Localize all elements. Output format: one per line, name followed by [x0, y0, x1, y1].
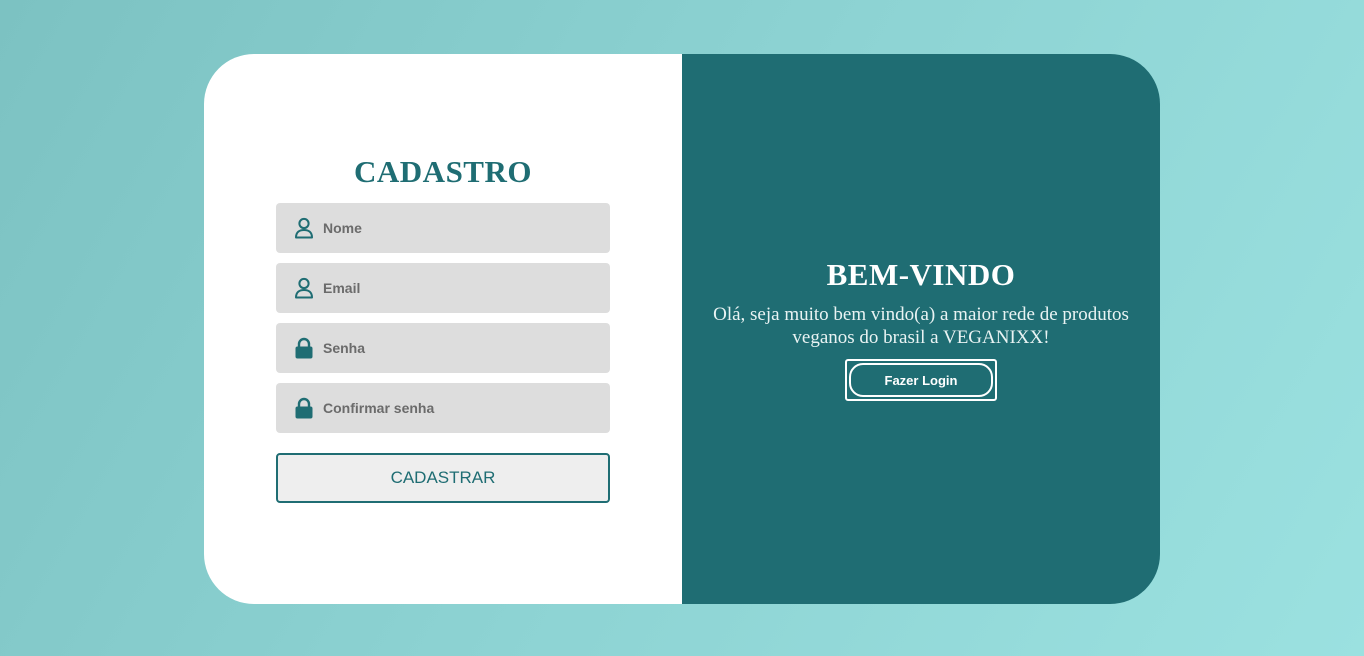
confirm-password-input[interactable]: [323, 400, 583, 416]
email-field[interactable]: [276, 263, 610, 313]
signup-title: CADASTRO: [354, 154, 532, 189]
signup-button[interactable]: CADASTRAR: [276, 453, 610, 503]
user-icon: [294, 277, 314, 299]
lock-icon: [294, 337, 314, 359]
welcome-panel: BEM-VINDO Olá, seja muito bem vindo(a) a…: [682, 54, 1160, 604]
password-field[interactable]: [276, 323, 610, 373]
login-button[interactable]: Fazer Login: [845, 359, 997, 401]
user-icon: [294, 217, 314, 239]
name-input[interactable]: [323, 220, 583, 236]
lock-icon: [294, 397, 314, 419]
auth-card: CADASTRO Nome Email CADASTRAR BEM-VINDO …: [204, 54, 1160, 604]
signup-panel: CADASTRO Nome Email CADASTRAR: [204, 54, 682, 604]
welcome-title: BEM-VINDO: [826, 257, 1016, 292]
name-field[interactable]: [276, 203, 610, 253]
welcome-message: Olá, seja muito bem vindo(a) a maior red…: [713, 304, 1129, 348]
email-input[interactable]: [323, 280, 583, 296]
confirm-password-field[interactable]: [276, 383, 610, 433]
login-button-label: Fazer Login: [849, 363, 993, 397]
password-input[interactable]: [323, 340, 583, 356]
